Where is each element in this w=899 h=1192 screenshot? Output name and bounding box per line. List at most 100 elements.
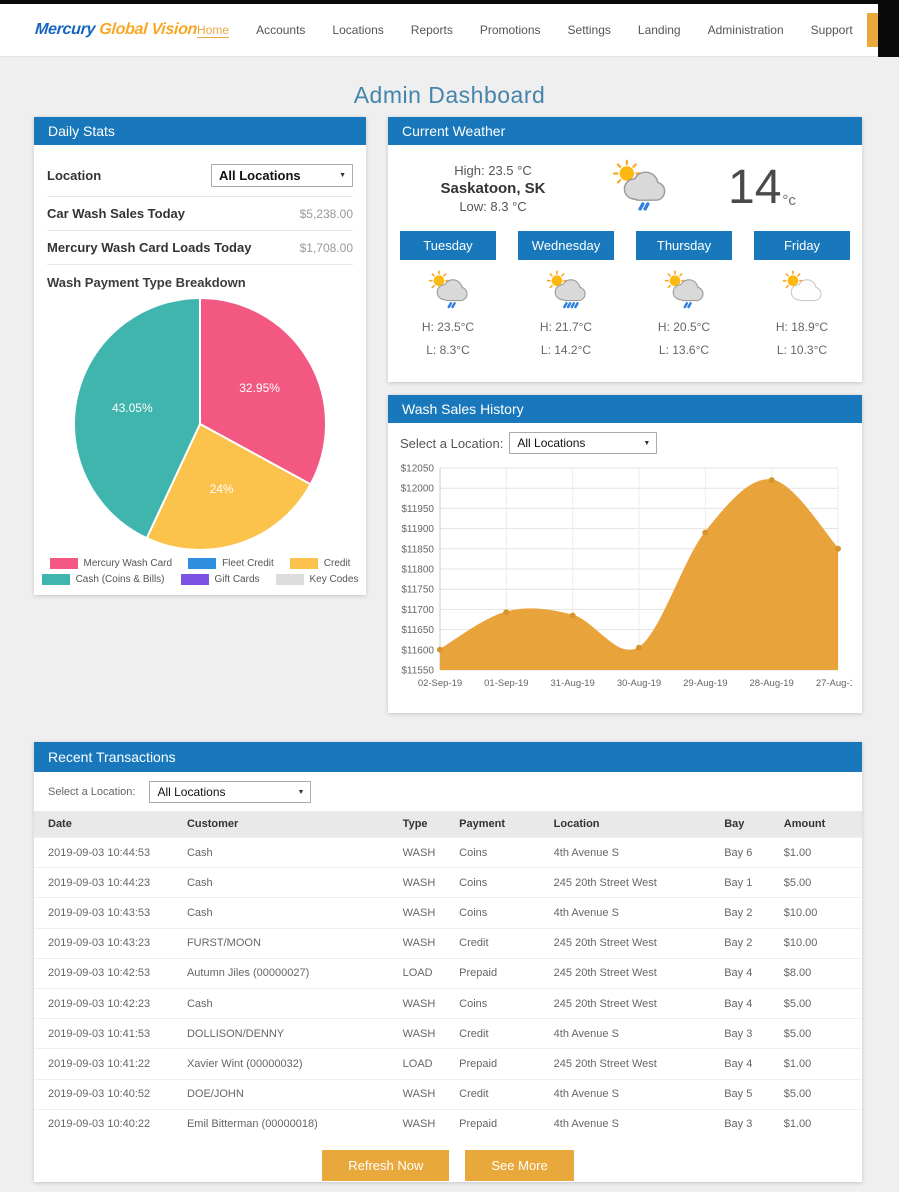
pie-chart-legend: Mercury Wash Card Fleet Credit Credit Cash … (47, 558, 353, 585)
svg-text:31-Aug-19: 31-Aug-19 (550, 678, 594, 689)
top-navigation-bar: Mercury Global Vision Home Accounts Locati… (0, 4, 899, 57)
nav-item-locations[interactable]: Locations (332, 23, 383, 37)
nav-item-administration[interactable]: Administration (708, 23, 784, 37)
cell-payment: Prepaid (455, 1049, 550, 1079)
svg-text:01-Sep-19: 01-Sep-19 (484, 678, 528, 689)
transactions-location-select[interactable]: All Locations ▼ (149, 781, 311, 803)
transactions-table: DateCustomerTypePaymentLocationBayAmount… (34, 811, 862, 1139)
cell-location: 245 20th Street West (550, 958, 721, 988)
svg-text:02-Sep-19: 02-Sep-19 (418, 678, 462, 689)
nav-item-promotions[interactable]: Promotions (480, 23, 541, 37)
cell-payment: Prepaid (455, 958, 550, 988)
nav-item-support[interactable]: Support (811, 23, 853, 37)
cell-date: 2019-09-03 10:41:53 (34, 1019, 183, 1049)
wash-history-location-select[interactable]: All Locations ▼ (509, 432, 657, 454)
nav-item-settings[interactable]: Settings (568, 23, 611, 37)
cell-amount: $5.00 (780, 1079, 862, 1109)
cell-type: WASH (399, 988, 456, 1018)
transaction-row: 2019-09-03 10:44:53CashWASHCoins4th Aven… (34, 838, 862, 868)
nav-item-reports[interactable]: Reports (411, 23, 453, 37)
column-header-payment: Payment (455, 811, 550, 838)
cell-amount: $1.00 (780, 1109, 862, 1139)
cell-date: 2019-09-03 10:42:23 (34, 988, 183, 1018)
transactions-header: Recent Transactions (34, 742, 862, 772)
cell-customer: DOLLISON/DENNY (183, 1019, 399, 1049)
payment-type-pie-chart: 32.95%24%43.05% (47, 292, 353, 552)
forecast-cell-thursday: H: 20.5°CL: 13.6°C (636, 270, 732, 357)
legend-swatch (50, 558, 78, 569)
cell-location: 245 20th Street West (550, 988, 721, 1018)
cell-bay: Bay 2 (720, 898, 780, 928)
nav-item-home[interactable]: Home (197, 23, 229, 37)
svg-text:$11700: $11700 (401, 605, 434, 616)
legend-item: Fleet Credit (188, 558, 274, 569)
current-weather-panel: Current Weather High: 23.5 °C Saskatoon,… (388, 117, 862, 382)
cell-customer: Autumn Jiles (00000027) (183, 958, 399, 988)
forecast-high: H: 23.5°C (400, 320, 496, 334)
breakdown-title: Wash Payment Type Breakdown (47, 265, 353, 292)
cell-location: 245 20th Street West (550, 1049, 721, 1079)
cell-date: 2019-09-03 10:43:53 (34, 898, 183, 928)
cell-type: WASH (399, 1079, 456, 1109)
weather-day-button-tuesday[interactable]: Tuesday (400, 231, 496, 260)
legend-label: Cash (Coins & Bills) (76, 574, 165, 585)
cell-customer: Cash (183, 838, 399, 868)
daily-stats-location-select[interactable]: All Locations ▼ (211, 164, 353, 187)
transactions-location-value: All Locations (150, 782, 245, 802)
cell-type: WASH (399, 868, 456, 898)
cell-amount: $1.00 (780, 838, 862, 868)
transaction-row: 2019-09-03 10:43:53CashWASHCoins4th Aven… (34, 898, 862, 928)
weather-day-button-wednesday[interactable]: Wednesday (518, 231, 614, 260)
svg-text:$11750: $11750 (401, 585, 434, 596)
top-black-strip (0, 0, 899, 4)
forecast-cell-tuesday: H: 23.5°C L: 8.3°C (400, 270, 496, 357)
transactions-select-label: Select a Location: (48, 786, 135, 798)
column-header-date: Date (34, 811, 183, 838)
cell-type: LOAD (399, 1049, 456, 1079)
cell-date: 2019-09-03 10:40:52 (34, 1079, 183, 1109)
svg-text:24%: 24% (210, 482, 234, 496)
legend-swatch (290, 558, 318, 569)
cell-bay: Bay 6 (720, 838, 780, 868)
transaction-row: 2019-09-03 10:41:53DOLLISON/DENNYWASHCre… (34, 1019, 862, 1049)
svg-text:27-Aug-19: 27-Aug-19 (816, 678, 852, 689)
legend-label: Gift Cards (215, 574, 260, 585)
cell-bay: Bay 3 (720, 1109, 780, 1139)
cell-customer: DOE/JOHN (183, 1079, 399, 1109)
weather-summary: High: 23.5 °C Saskatoon, SK Low: 8.3 °C … (388, 145, 862, 223)
cell-payment: Credit (455, 1019, 550, 1049)
weather-high: High: 23.5 °C (418, 163, 568, 178)
nav-item-landing[interactable]: Landing (638, 23, 681, 37)
forecast-low: L: 13.6°C (636, 343, 732, 357)
cell-bay: Bay 1 (720, 868, 780, 898)
cell-bay: Bay 5 (720, 1079, 780, 1109)
transaction-row: 2019-09-03 10:43:23FURST/MOONWASHCredit2… (34, 928, 862, 958)
forecast-low: L: 10.3°C (754, 343, 850, 357)
chevron-down-icon: ▼ (643, 440, 650, 447)
cell-bay: Bay 3 (720, 1019, 780, 1049)
legend-swatch (181, 574, 209, 585)
cell-payment: Coins (455, 868, 550, 898)
svg-text:$11600: $11600 (401, 645, 434, 656)
cell-payment: Prepaid (455, 1109, 550, 1139)
transactions-table-header: DateCustomerTypePaymentLocationBayAmount (34, 811, 862, 838)
cell-amount: $10.00 (780, 928, 862, 958)
logo-global-vision: Global Vision (95, 21, 198, 38)
current-weather-icon (608, 159, 670, 217)
forecast-low: L: 8.3°C (400, 343, 496, 357)
nav-item-accounts[interactable]: Accounts (256, 23, 305, 37)
legend-label: Mercury Wash Card (84, 558, 173, 569)
location-label: Location (47, 168, 101, 183)
weather-day-button-friday[interactable]: Friday (754, 231, 850, 260)
daily-stats-panel: Daily Stats Location All Locations ▼ Car… (34, 117, 366, 595)
see-more-button[interactable]: See More (465, 1150, 573, 1181)
brand-logo[interactable]: Mercury Global Vision (34, 21, 197, 39)
column-header-type: Type (399, 811, 456, 838)
legend-item: Credit (290, 558, 351, 569)
chevron-down-icon: ▼ (339, 172, 346, 179)
svg-text:$11900: $11900 (401, 524, 434, 535)
cell-location: 4th Avenue S (550, 1109, 721, 1139)
refresh-now-button[interactable]: Refresh Now (322, 1150, 449, 1181)
legend-item: Mercury Wash Card (50, 558, 173, 569)
weather-day-button-thursday[interactable]: Thursday (636, 231, 732, 260)
